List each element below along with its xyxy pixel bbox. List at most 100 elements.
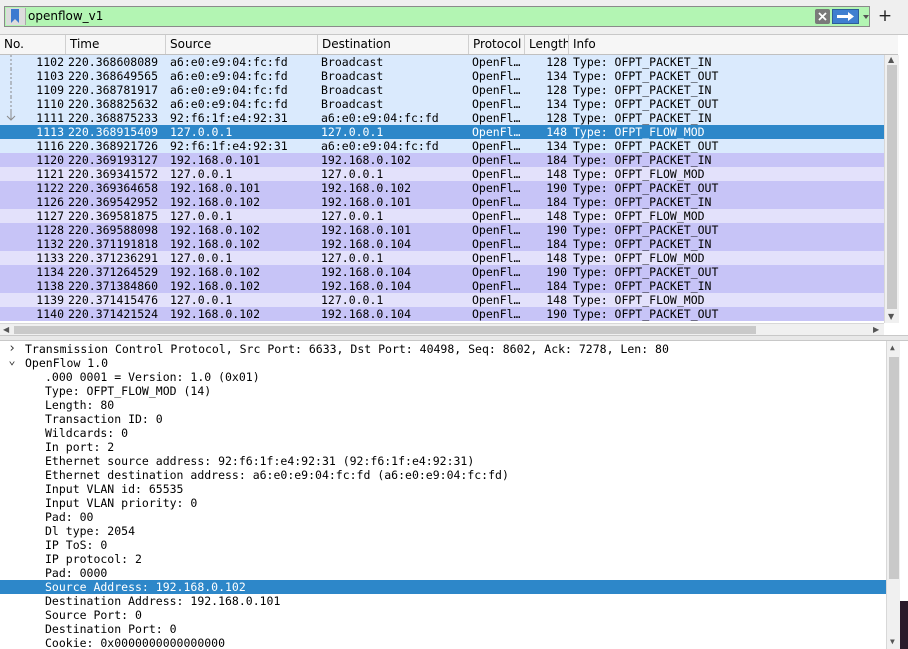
packet-source: 127.0.0.1 (170, 251, 233, 265)
apply-filter-button[interactable] (832, 9, 859, 24)
tree-item[interactable]: Input VLAN priority: 0 (0, 496, 886, 510)
tree-item[interactable]: › Transmission Control Protocol, Src Port… (0, 342, 886, 357)
table-row[interactable]: 1132 220.371191818 192.168.0.102 192.168.0.… (0, 237, 884, 251)
tree-item[interactable]: ⌄ OpenFlow 1.0 (0, 353, 886, 370)
table-row[interactable]: 1110 220.368825632 a6:e0:e9:04:fc:fd Broadc… (0, 97, 884, 111)
tree-item[interactable]: Type: OFPT_FLOW_MOD (14) (0, 384, 886, 398)
table-row[interactable]: 1122 220.369364658 192.168.0.101 192.168.0.… (0, 181, 884, 195)
packet-source: 192.168.0.102 (170, 195, 261, 209)
tree-item[interactable]: Input VLAN id: 65535 (0, 482, 886, 496)
add-filter-button[interactable]: + (875, 6, 895, 26)
packet-time: 220.368875233 (68, 111, 159, 125)
table-row[interactable]: 1120 220.369193127 192.168.0.101 192.168.0.… (0, 153, 884, 167)
scroll-down-icon[interactable]: ▼ (890, 637, 895, 647)
packet-list-vertical-scrollbar[interactable]: ▲ ▼ (884, 55, 899, 323)
tree-item-selected[interactable]: Source Address: 192.168.0.102 (0, 580, 886, 594)
related-packet-indicator (4, 195, 18, 209)
column-header-time[interactable]: Time (66, 35, 166, 54)
scrollbar-thumb[interactable] (887, 65, 897, 309)
packet-time: 220.368921726 (68, 139, 159, 153)
column-header-protocol[interactable]: Protocol (469, 35, 525, 54)
packet-info: Type: OFPT_PACKET_IN (573, 83, 712, 97)
table-row-selected[interactable]: 1113 220.368915409 127.0.0.1 127.0.0.1 OpenF… (0, 125, 884, 139)
packet-time: 220.368781917 (68, 83, 159, 97)
tree-item[interactable]: Cookie: 0x0000000000000000 (0, 636, 886, 649)
table-row[interactable]: 1128 220.369588098 192.168.0.102 192.168.0.… (0, 223, 884, 237)
tree-item[interactable]: Transaction ID: 0 (0, 412, 886, 426)
tree-item[interactable]: .000 0001 = Version: 1.0 (0x01) (0, 370, 886, 384)
scroll-down-icon[interactable]: ▼ (888, 312, 894, 322)
table-row[interactable]: 1140 220.371421524 192.168.0.102 192.168.0.… (0, 307, 884, 321)
tree-item[interactable]: Destination Port: 0 (0, 622, 886, 636)
tree-item-label: IP protocol: 2 (45, 552, 142, 566)
packet-info: Type: OFPT_PACKET_OUT (573, 223, 719, 237)
tree-item[interactable]: Wildcards: 0 (0, 426, 886, 440)
packet-time: 220.371236291 (68, 251, 159, 265)
scroll-up-icon[interactable]: ▲ (888, 55, 894, 65)
table-row[interactable]: 1138 220.371384860 192.168.0.102 192.168.0.… (0, 279, 884, 293)
related-packet-indicator (4, 153, 18, 167)
table-row[interactable]: 1102 220.368608089 a6:e0:e9:04:fc:fd Broadc… (0, 55, 884, 69)
tree-item[interactable]: Ethernet source address: 92:f6:1f:e4:92:… (0, 454, 886, 468)
table-row[interactable]: 1127 220.369581875 127.0.0.1 127.0.0.1 OpenF… (0, 209, 884, 223)
column-header-info[interactable]: Info (569, 35, 898, 54)
filter-history-dropdown[interactable] (861, 9, 871, 24)
tree-item[interactable]: IP ToS: 0 (0, 538, 886, 552)
tree-item[interactable]: Source Port: 0 (0, 608, 886, 622)
packet-source: 192.168.0.102 (170, 237, 261, 251)
related-packet-indicator (4, 265, 18, 279)
packet-protocol: OpenFl… (472, 111, 521, 125)
packet-destination: 192.168.0.104 (321, 237, 412, 251)
tree-item[interactable]: Length: 80 (0, 398, 886, 412)
packet-info: Type: OFPT_FLOW_MOD (573, 209, 705, 223)
packet-time: 220.368915409 (68, 125, 159, 139)
table-row[interactable]: 1116 220.368921726 92:f6:1f:e4:92:31 a6:e0:… (0, 139, 884, 153)
details-vertical-scrollbar[interactable]: ▲ ▼ (886, 341, 900, 649)
packet-info: Type: OFPT_PACKET_OUT (573, 307, 719, 321)
table-row[interactable]: 1126 220.369542952 192.168.0.102 192.168.0.… (0, 195, 884, 209)
packet-protocol: OpenFl… (472, 139, 521, 153)
scrollbar-thumb[interactable] (889, 357, 899, 579)
tree-item[interactable]: In port: 2 (0, 440, 886, 454)
tree-item[interactable]: Ethernet destination address: a6:e0:e9:0… (0, 468, 886, 482)
scroll-left-icon[interactable]: ◀ (3, 325, 9, 335)
tree-item-label: Length: 80 (45, 398, 115, 412)
display-filter-box[interactable] (4, 6, 870, 27)
packet-length: 184 (546, 237, 567, 251)
table-row[interactable]: 1121 220.369341572 127.0.0.1 127.0.0.1 OpenF… (0, 167, 884, 181)
column-header-no[interactable]: No. (0, 35, 66, 54)
filter-bookmark-button[interactable] (6, 8, 26, 25)
tree-item[interactable]: IP protocol: 2 (0, 552, 886, 566)
packet-time: 220.369364658 (68, 181, 159, 195)
packet-length: 148 (546, 167, 567, 181)
table-row[interactable]: 1111 220.368875233 92:f6:1f:e4:92:31 a6:e0:… (0, 111, 884, 125)
column-header-length[interactable]: Length (525, 35, 569, 54)
packet-length: 190 (546, 223, 567, 237)
packet-length: 148 (546, 251, 567, 265)
chevron-down-icon[interactable]: ⌄ (6, 353, 18, 367)
clear-filter-button[interactable] (815, 9, 830, 24)
table-row[interactable]: 1103 220.368649565 a6:e0:e9:04:fc:fd Broadc… (0, 69, 884, 83)
scrollbar-thumb[interactable] (14, 326, 756, 334)
tree-item-label: Transmission Control Protocol, Src Port:… (25, 342, 669, 356)
related-packet-indicator (4, 55, 18, 69)
display-filter-input[interactable] (28, 7, 808, 26)
table-row[interactable]: 1134 220.371264529 192.168.0.102 192.168.0.… (0, 265, 884, 279)
scroll-right-icon[interactable]: ▶ (873, 325, 879, 335)
packet-source: 92:f6:1f:e4:92:31 (170, 139, 288, 153)
tree-item[interactable]: Destination Address: 192.168.0.101 (0, 594, 886, 608)
scroll-up-icon[interactable]: ▲ (890, 343, 895, 353)
packet-protocol: OpenFl… (472, 125, 521, 139)
table-row[interactable]: 1109 220.368781917 a6:e0:e9:04:fc:fd Broadc… (0, 83, 884, 97)
column-header-destination[interactable]: Destination (318, 35, 469, 54)
table-row[interactable]: 1133 220.371236291 127.0.0.1 127.0.0.1 OpenF… (0, 251, 884, 265)
tree-item[interactable]: Dl type: 2054 (0, 524, 886, 538)
column-header-source[interactable]: Source (166, 35, 318, 54)
packet-destination: 192.168.0.102 (321, 153, 412, 167)
tree-item[interactable]: Pad: 0000 (0, 566, 886, 580)
packet-list-header: No. Time Source Destination Protocol Len… (0, 35, 898, 55)
tree-item[interactable]: Pad: 00 (0, 510, 886, 524)
table-row[interactable]: 1139 220.371415476 127.0.0.1 127.0.0.1 OpenF… (0, 293, 884, 307)
packet-source: 127.0.0.1 (170, 209, 233, 223)
packet-source: 127.0.0.1 (170, 293, 233, 307)
